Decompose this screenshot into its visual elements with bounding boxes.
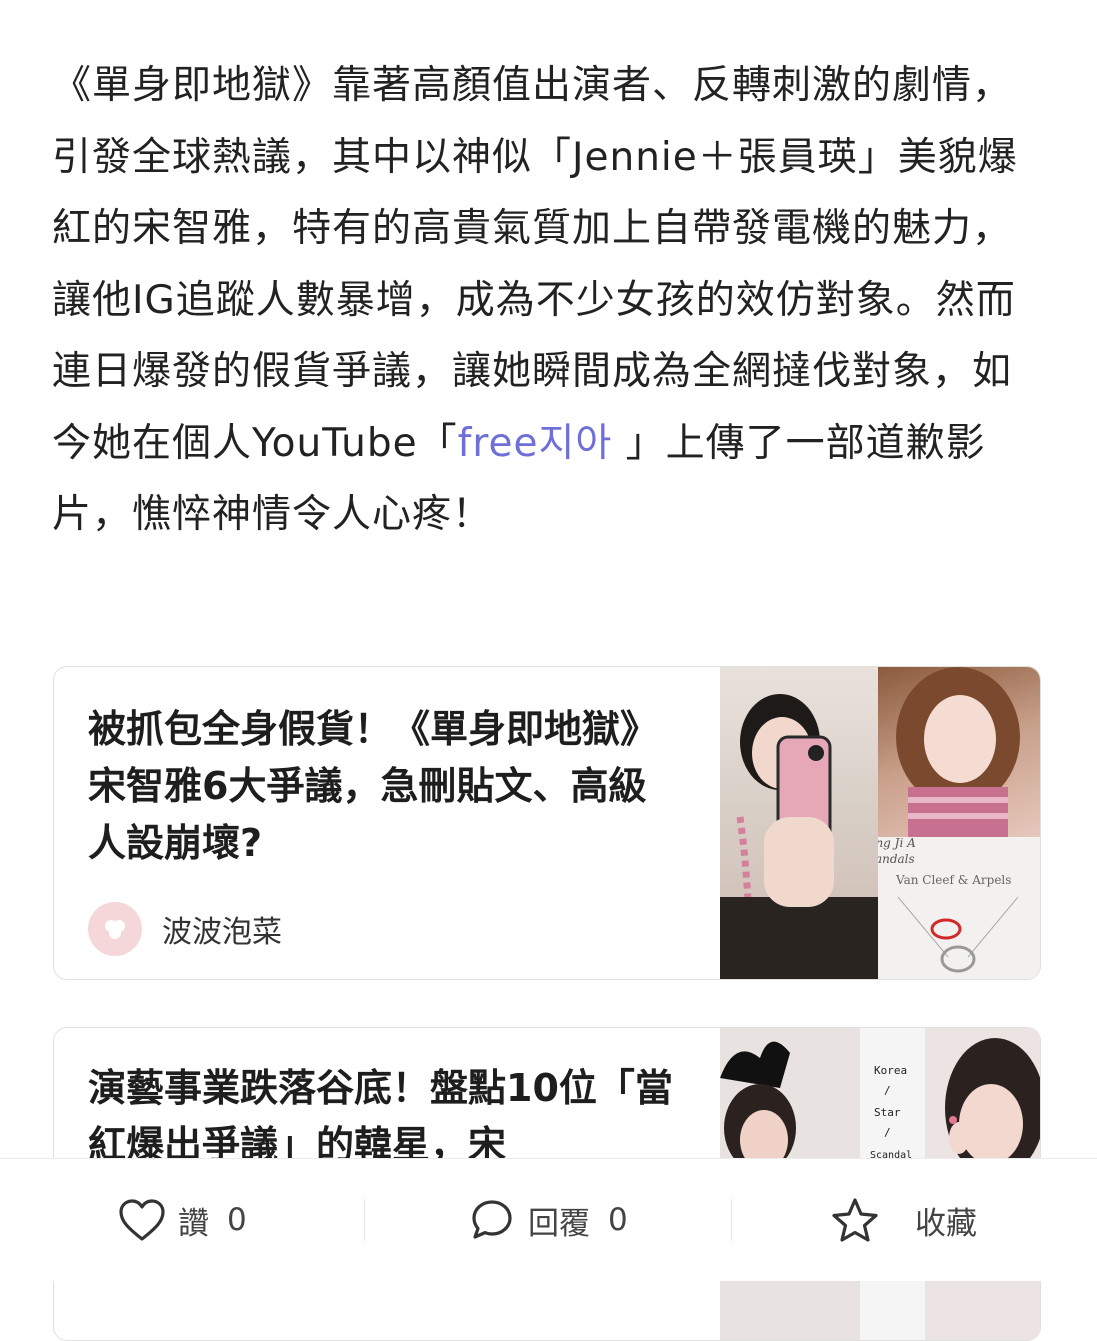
thumb-script-text: Song Ji A	[878, 837, 916, 850]
card-thumbnail[interactable]: Song Ji A Scandals Van Cleef & Arpels	[720, 667, 1040, 979]
thumb-slash-2: /	[884, 1126, 891, 1139]
like-label: 讚	[178, 1205, 209, 1242]
source-name: 波波泡菜	[162, 915, 282, 950]
source-avatar	[88, 902, 142, 956]
photo-left	[720, 667, 878, 979]
article-paragraph: 《單身即地獄》靠著高顏值出演者、反轉刺激的劇情，引發全球熱議，其中以神似「Jen…	[52, 50, 1027, 551]
thumb-brand-text: Van Cleef & Arpels	[895, 873, 1011, 887]
bottom-action-bar: 讚 0 回覆 0 收藏	[0, 1158, 1097, 1281]
thumb-script-text-2: Scandals	[878, 852, 915, 866]
youtube-channel-link[interactable]: free지아	[458, 421, 613, 466]
divider	[731, 1199, 732, 1241]
thumb-slash-1: /	[884, 1084, 891, 1097]
favorite-button[interactable]: 收藏	[831, 1159, 977, 1281]
like-button[interactable]: 讚 0	[118, 1159, 247, 1281]
reply-button[interactable]: 回覆 0	[470, 1159, 628, 1281]
related-article-card[interactable]: 被抓包全身假貨！《單身即地獄》宋智雅6大爭議，急刪貼文、高級人設崩壞? 波波泡菜	[53, 666, 1041, 980]
photo-right-top	[878, 667, 1040, 837]
comment-bubble-icon	[472, 1200, 512, 1239]
divider	[364, 1199, 365, 1241]
card-source: 波波泡菜	[88, 902, 282, 956]
reply-label: 回覆	[528, 1205, 590, 1242]
star-icon	[832, 1198, 878, 1242]
card-title[interactable]: 演藝事業跌落谷底！盤點10位「當紅爆出爭議」的韓星，宋	[88, 1060, 678, 1174]
article-text-before-link: 《單身即地獄》靠著高顏值出演者、反轉刺激的劇情，引發全球熱議，其中以神似「Jen…	[52, 63, 1018, 466]
thumb-star-text: Star	[874, 1106, 901, 1119]
photo-right-bottom: Song Ji A Scandals Van Cleef & Arpels	[860, 836, 1040, 979]
like-count: 0	[227, 1202, 247, 1238]
thumb-korea-text: Korea	[874, 1064, 907, 1077]
heart-icon	[119, 1199, 165, 1241]
card-title[interactable]: 被抓包全身假貨！《單身即地獄》宋智雅6大爭議，急刪貼文、高級人設崩壞?	[88, 701, 678, 872]
reply-count: 0	[608, 1202, 628, 1238]
kimchi-logo-icon	[105, 920, 125, 939]
favorite-label: 收藏	[915, 1205, 977, 1242]
